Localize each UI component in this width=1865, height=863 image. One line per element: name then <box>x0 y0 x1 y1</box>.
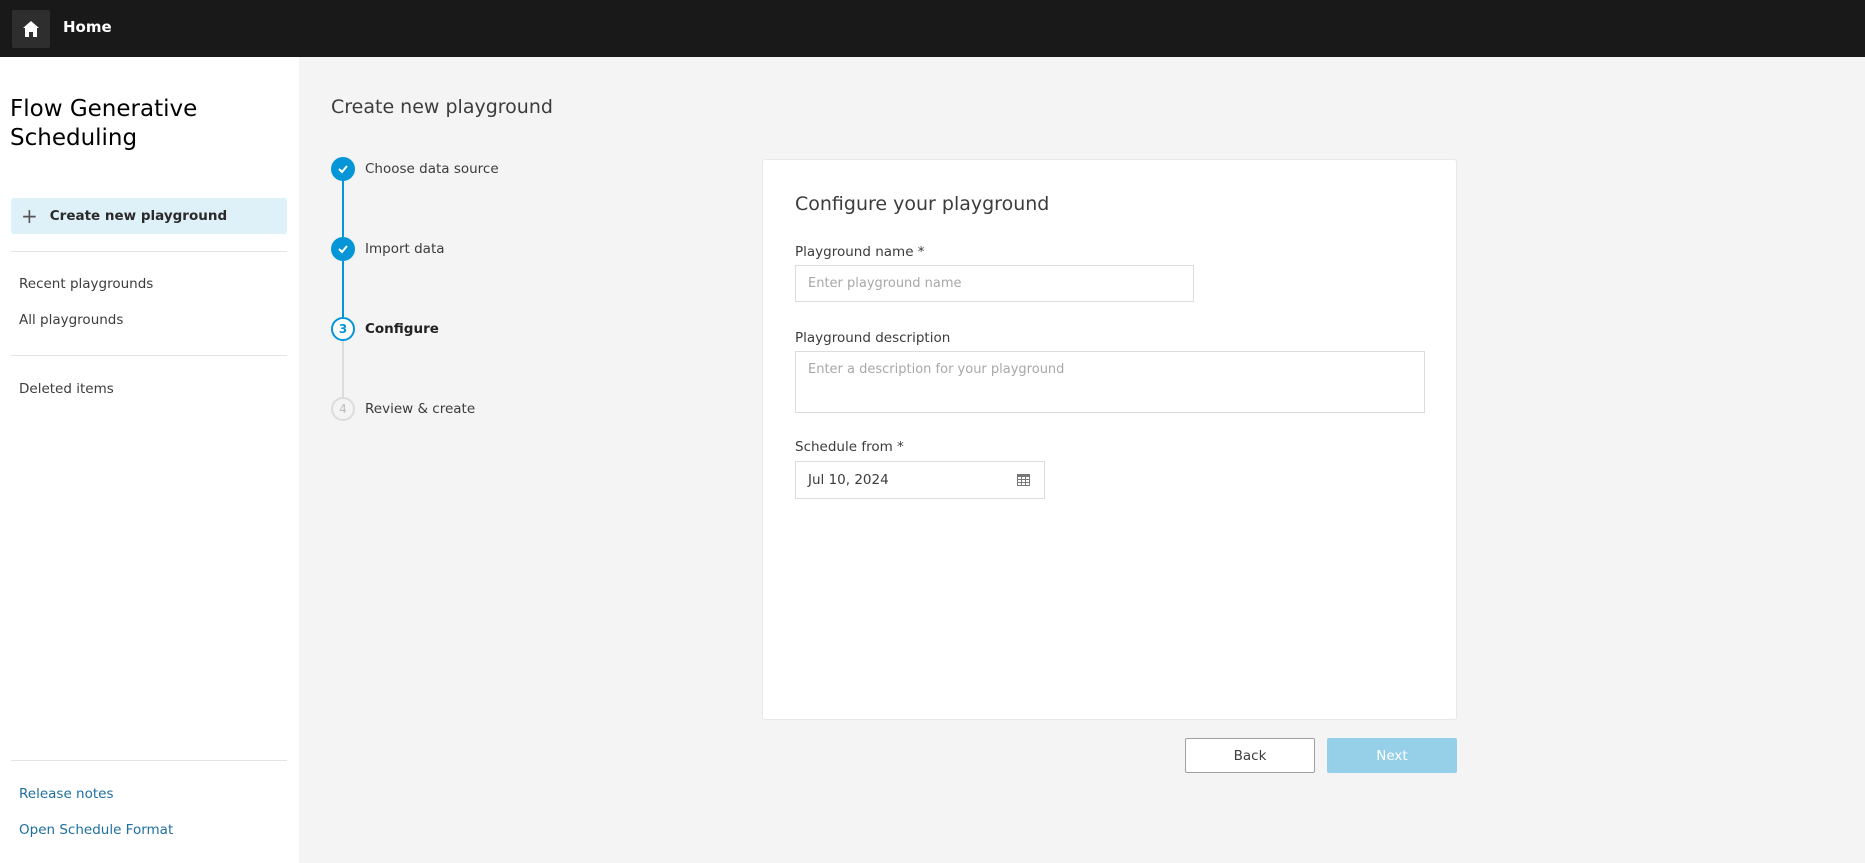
create-new-playground-button[interactable]: + Create new playground <box>11 198 287 234</box>
back-button[interactable]: Back <box>1185 738 1315 773</box>
home-icon <box>23 21 39 37</box>
divider <box>11 251 287 252</box>
app-title: Flow Generative Scheduling <box>10 96 198 151</box>
divider <box>11 760 287 761</box>
home-button[interactable] <box>12 10 50 48</box>
top-bar: Home <box>0 0 1865 57</box>
step-2-check-icon <box>331 237 355 261</box>
playground-description-input[interactable] <box>795 351 1425 413</box>
page-title: Create new playground <box>331 96 553 118</box>
step-choose-data-source: Choose data source <box>365 161 499 177</box>
sidebar-item-all-playgrounds[interactable]: All playgrounds <box>19 312 123 328</box>
playground-name-label: Playground name * <box>795 244 925 260</box>
step-3-number: 3 <box>331 317 355 341</box>
create-button-label: Create new playground <box>49 208 228 224</box>
open-schedule-format-link[interactable]: Open Schedule Format <box>19 822 173 838</box>
home-label[interactable]: Home <box>63 18 112 36</box>
schedule-from-value: Jul 10, 2024 <box>808 472 889 488</box>
step-configure: Configure <box>365 321 439 337</box>
step-import-data: Import data <box>365 241 445 257</box>
next-button[interactable]: Next <box>1327 738 1457 773</box>
card-title: Configure your playground <box>795 193 1050 215</box>
step-4-number: 4 <box>331 397 355 421</box>
plus-icon: + <box>21 204 38 228</box>
sidebar-item-deleted-items[interactable]: Deleted items <box>19 381 114 397</box>
calendar-icon[interactable] <box>1017 474 1030 486</box>
schedule-from-date-picker[interactable]: Jul 10, 2024 <box>795 461 1045 499</box>
sidebar: Flow Generative Scheduling + Create new … <box>0 57 299 863</box>
configure-card: Configure your playground Playground nam… <box>762 159 1457 720</box>
playground-description-label: Playground description <box>795 330 951 346</box>
schedule-from-label: Schedule from * <box>795 439 904 455</box>
divider <box>11 355 287 356</box>
sidebar-item-recent-playgrounds[interactable]: Recent playgrounds <box>19 276 153 292</box>
step-1-check-icon <box>331 157 355 181</box>
playground-name-input[interactable] <box>795 265 1194 302</box>
release-notes-link[interactable]: Release notes <box>19 786 114 802</box>
step-review-create: Review & create <box>365 401 476 417</box>
